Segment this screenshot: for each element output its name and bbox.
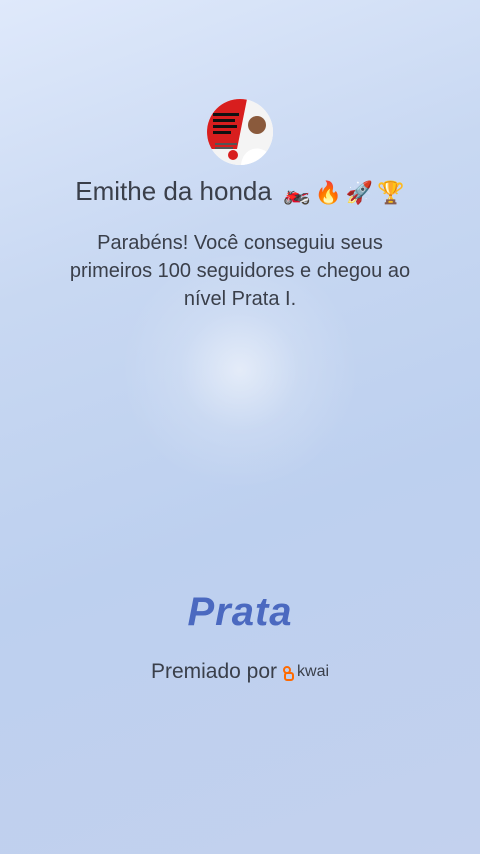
level-title: Prata: [187, 590, 293, 634]
congratulations-message: Parabéns! Você conseguiu seus primeiros …: [69, 232, 411, 310]
motorcycle-emoji-icon: 🏍️: [283, 181, 311, 206]
fire-emoji-icon: 🔥: [314, 181, 342, 206]
avatar: [207, 99, 273, 165]
kwai-brand: kwai: [283, 663, 329, 681]
rocket-emoji-icon: 🚀: [345, 181, 374, 206]
kwai-brand-text: kwai: [297, 663, 330, 680]
awarded-label: Premiado por: [150, 660, 278, 683]
kwai-logo-icon: [283, 665, 295, 681]
username: Emithe da honda 🏍️ 🔥 🚀 🏆: [0, 176, 480, 207]
trophy-emoji-icon: 🏆: [377, 181, 405, 206]
username-text: Emithe da honda: [75, 176, 272, 206]
awarded-by: Premiado por kwai: [0, 660, 480, 684]
